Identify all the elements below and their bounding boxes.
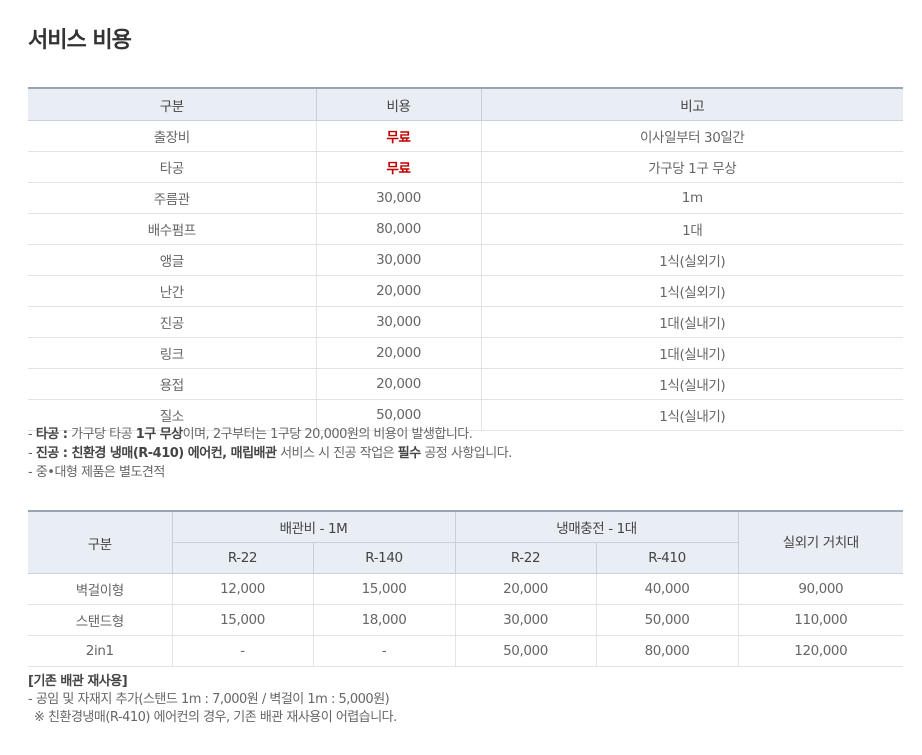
cell-type: 2in1 — [28, 635, 172, 667]
cell-item: 링크 — [28, 337, 316, 369]
table-row: 타공 무료 가구당 1구 무상 — [28, 151, 903, 183]
cell-remark: 1식(실외기) — [480, 244, 903, 276]
cell-cost: 20,000 — [315, 337, 481, 369]
subheader-r22: R-22 — [454, 542, 597, 574]
cell-item: 진공 — [28, 306, 316, 338]
cell-remark: 1식(실외기) — [480, 275, 903, 307]
subheader-r140: R-140 — [312, 542, 456, 574]
cell-remark: 1m — [480, 182, 903, 214]
table-row: 용접 20,000 1식(실내기) — [28, 368, 903, 400]
cell-value: 120,000 — [737, 635, 904, 667]
cell-cost: 30,000 — [315, 306, 481, 338]
cell-cost: 30,000 — [315, 182, 481, 214]
piping-refrigerant-table: 구분 배관비 - 1M 냉매충전 - 1대 실외기 거치대 R-22 R-140… — [28, 510, 904, 667]
note-text: 공정 사항입니다. — [420, 446, 512, 461]
cell-remark: 1대(실내기) — [480, 306, 903, 338]
cell-item: 주름관 — [28, 182, 316, 214]
pipe-reuse-warning: ※ 친환경냉매(R-410) 에어컨의 경우, 기존 배관 재사용이 어렵습니다… — [34, 710, 397, 725]
subheader-r22: R-22 — [171, 542, 313, 574]
header-category: 구분 — [28, 87, 316, 121]
pipe-reuse-line: - 공임 및 자재지 추가(스탠드 1m : 7,000원 / 벽걸이 1m :… — [28, 692, 390, 707]
cell-cost: 무료 — [315, 151, 481, 183]
cell-item: 타공 — [28, 151, 316, 183]
note-label: 타공 : — [35, 427, 68, 442]
cell-value: 15,000 — [312, 573, 456, 605]
table-row: 2in1 - - 50,000 80,000 120,000 — [28, 635, 904, 667]
cell-remark: 1식(실내기) — [480, 399, 903, 431]
cell-value: 80,000 — [595, 635, 739, 667]
pipe-reuse-notes: [기존 배관 재사용] - 공임 및 자재지 추가(스탠드 1m : 7,000… — [28, 673, 397, 727]
cell-type: 벽걸이형 — [28, 573, 172, 605]
cell-value: 50,000 — [454, 635, 597, 667]
cell-cost: 20,000 — [315, 275, 481, 307]
service-notes: - 타공 : 가구당 타공 1구 무상이며, 2구부터는 1구당 20,000원… — [28, 425, 512, 482]
note-emphasis: 필수 — [397, 446, 421, 461]
table-row: 벽걸이형 12,000 15,000 20,000 40,000 90,000 — [28, 573, 904, 605]
header-outdoor-stand: 실외기 거치대 — [737, 510, 904, 574]
cell-item: 난간 — [28, 275, 316, 307]
subheader-r410: R-410 — [595, 542, 739, 574]
note-emphasis: 1구 무상 — [135, 427, 183, 442]
table-header-row: 구분 배관비 - 1M 냉매충전 - 1대 실외기 거치대 — [28, 510, 904, 574]
header-category: 구분 — [28, 510, 172, 574]
header-refrigerant-charge: 냉매충전 - 1대 — [454, 510, 739, 543]
note-prefix: - — [28, 427, 36, 442]
cell-remark: 이사일부터 30일간 — [480, 120, 903, 152]
table-row: 링크 20,000 1대(실내기) — [28, 337, 903, 369]
table-row: 스탠드형 15,000 18,000 30,000 50,000 110,000 — [28, 604, 904, 636]
cell-value: 20,000 — [454, 573, 597, 605]
cell-remark: 1식(실내기) — [480, 368, 903, 400]
cell-remark: 1대 — [480, 213, 903, 245]
cell-remark: 1대(실내기) — [480, 337, 903, 369]
note-text: 서비스 시 진공 작업은 — [276, 446, 398, 461]
table-row: 앵글 30,000 1식(실외기) — [28, 244, 903, 276]
cell-item: 배수펌프 — [28, 213, 316, 245]
note-vacuum: - 진공 : 친환경 냉매(R-410) 에어컨, 매립배관 서비스 시 진공 … — [28, 444, 512, 463]
table-header-row: 구분 비용 비고 — [28, 87, 903, 121]
table-row: 진공 30,000 1대(실내기) — [28, 306, 903, 338]
service-cost-table: 구분 비용 비고 출장비 무료 이사일부터 30일간 타공 무료 가구당 1구 … — [28, 87, 903, 431]
cell-value: 12,000 — [171, 573, 313, 605]
cell-value: - — [171, 635, 313, 667]
cell-cost: 무료 — [315, 120, 481, 152]
note-label: 진공 : 친환경 냉매(R-410) 에어컨, 매립배관 — [35, 446, 277, 461]
table-row: 출장비 무료 이사일부터 30일간 — [28, 120, 903, 152]
cell-cost: 80,000 — [315, 213, 481, 245]
cell-value: 50,000 — [595, 604, 739, 636]
cell-value: 15,000 — [171, 604, 313, 636]
table-row: 배수펌프 80,000 1대 — [28, 213, 903, 245]
cell-value: 40,000 — [595, 573, 739, 605]
header-piping-cost: 배관비 - 1M — [171, 510, 456, 543]
cell-remark: 가구당 1구 무상 — [480, 151, 903, 183]
table-row: 주름관 30,000 1m — [28, 182, 903, 214]
header-remarks: 비고 — [480, 87, 903, 121]
header-cost: 비용 — [315, 87, 481, 121]
page-title: 서비스 비용 — [28, 28, 132, 53]
table-row: 난간 20,000 1식(실외기) — [28, 275, 903, 307]
cell-value: 30,000 — [454, 604, 597, 636]
note-large-products: - 중•대형 제품은 별도견적 — [28, 465, 165, 480]
cell-cost: 20,000 — [315, 368, 481, 400]
note-drilling: - 타공 : 가구당 타공 1구 무상이며, 2구부터는 1구당 20,000원… — [28, 425, 512, 444]
cell-value: 90,000 — [737, 573, 904, 605]
note-prefix: - — [28, 446, 36, 461]
cell-item: 앵글 — [28, 244, 316, 276]
cell-item: 용접 — [28, 368, 316, 400]
cell-item: 출장비 — [28, 120, 316, 152]
cell-value: 18,000 — [312, 604, 456, 636]
cell-type: 스탠드형 — [28, 604, 172, 636]
note-text: 가구당 타공 — [67, 427, 136, 442]
note-text: 이며, 2구부터는 1구당 20,000원의 비용이 발생합니다. — [182, 427, 473, 442]
cell-value: - — [312, 635, 456, 667]
cell-value: 110,000 — [737, 604, 904, 636]
pipe-reuse-heading: [기존 배관 재사용] — [28, 674, 128, 689]
cell-cost: 30,000 — [315, 244, 481, 276]
